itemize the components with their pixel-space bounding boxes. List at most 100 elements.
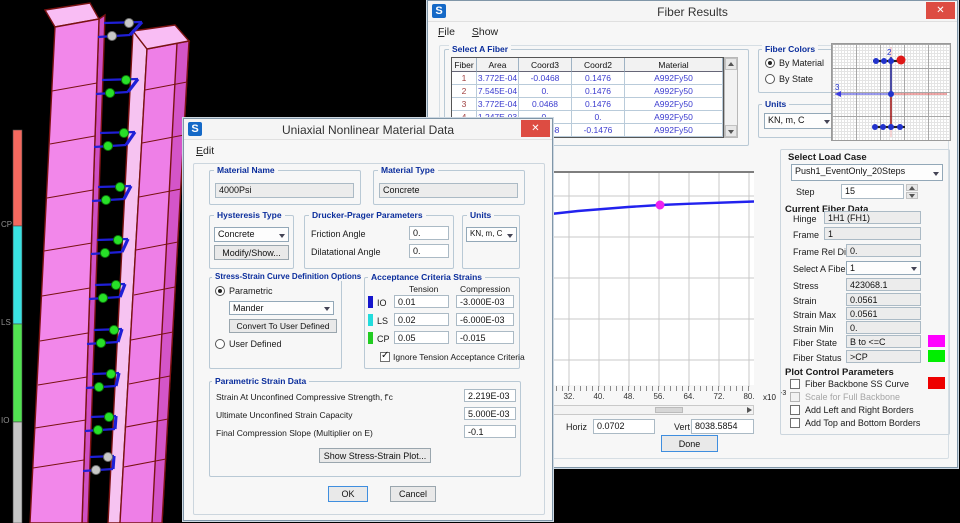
scrollbar-thumb[interactable] bbox=[655, 407, 683, 413]
ultimate-strain-field[interactable]: 5.000E-03 bbox=[464, 407, 516, 420]
cp-tension-field[interactable]: 0.05 bbox=[394, 331, 449, 344]
table-row[interactable]: 27.545E-040.0.1476A992Fy50 bbox=[452, 85, 723, 98]
chevron-down-icon bbox=[824, 120, 830, 124]
by-state-radio[interactable] bbox=[765, 74, 775, 84]
cancel-button[interactable]: Cancel bbox=[390, 486, 436, 502]
parametric-radio[interactable] bbox=[215, 286, 225, 296]
friction-angle-field[interactable]: 0. bbox=[409, 226, 449, 240]
frame-rel-dist-label: Frame Rel Dist bbox=[793, 247, 853, 257]
x-tick: 64. bbox=[678, 392, 700, 401]
by-material-radio[interactable] bbox=[765, 58, 775, 68]
ls-tension-field[interactable]: 0.02 bbox=[394, 313, 449, 326]
user-defined-radio[interactable] bbox=[215, 339, 225, 349]
strain-fc-field[interactable]: 2.219E-03 bbox=[464, 389, 516, 402]
close-icon[interactable]: ✕ bbox=[926, 2, 955, 19]
section-sketch: 2 3 bbox=[831, 43, 951, 141]
vert-value-field[interactable]: 8038.5854 bbox=[691, 419, 754, 434]
material-data-dialog: S Uniaxial Nonlinear Material Data ✕ Edi… bbox=[183, 118, 553, 521]
fiber-results-titlebar[interactable]: S Fiber Results ✕ bbox=[428, 1, 957, 22]
legend-label-cp: CP bbox=[1, 220, 12, 229]
spinner-down-icon[interactable] bbox=[906, 192, 918, 199]
lr-borders-checkbox[interactable] bbox=[790, 405, 800, 415]
material-dialog-titlebar[interactable]: S Uniaxial Nonlinear Material Data ✕ bbox=[184, 119, 552, 140]
units-label: Units bbox=[467, 210, 494, 220]
dilatational-angle-label: Dilatational Angle bbox=[311, 247, 381, 257]
spinner-up-icon[interactable] bbox=[906, 184, 918, 191]
axis-2-label: 2 bbox=[887, 48, 892, 57]
scroll-down-icon[interactable] bbox=[725, 125, 737, 137]
menu-file[interactable]: File bbox=[438, 26, 455, 38]
dilatational-angle-field[interactable]: 0. bbox=[409, 244, 449, 258]
hysteresis-group bbox=[209, 215, 294, 269]
step-spinner[interactable] bbox=[906, 184, 920, 199]
material-name-field: 4000Psi bbox=[215, 183, 354, 198]
legend-label-ls: LS bbox=[1, 318, 11, 327]
strain-fc-label: Strain At Unconfined Compressive Strengt… bbox=[216, 392, 393, 402]
frame-field: 1 bbox=[824, 227, 921, 240]
strain-min-field: 0. bbox=[846, 321, 921, 334]
scroll-up-icon[interactable] bbox=[725, 58, 737, 70]
units-dropdown[interactable]: KN, m, C bbox=[466, 227, 517, 242]
io-color bbox=[368, 296, 373, 308]
chevron-down-icon bbox=[279, 234, 285, 238]
axis-3-label: 3 bbox=[835, 83, 840, 92]
x-tick: 48. bbox=[618, 392, 640, 401]
units-label: Units bbox=[762, 99, 789, 109]
strain-max-label: Strain Max bbox=[793, 310, 836, 320]
fiber-state-label: Fiber State bbox=[793, 338, 837, 348]
table-row[interactable]: 13.772E-04-0.04680.1476A992Fy50 bbox=[452, 72, 723, 85]
ignore-tension-label: Ignore Tension Acceptance Criteria bbox=[393, 352, 525, 362]
material-type-field: Concrete bbox=[379, 183, 518, 198]
by-material-label: By Material bbox=[779, 58, 824, 68]
io-compression-field[interactable]: -3.000E-03 bbox=[456, 295, 514, 308]
by-state-label: By State bbox=[779, 74, 813, 84]
strain-label: Strain bbox=[793, 296, 817, 306]
x-tick: 80. bbox=[738, 392, 760, 401]
final-slope-field[interactable]: -0.1 bbox=[464, 425, 516, 438]
horiz-value-field[interactable]: 0.0702 bbox=[593, 419, 655, 434]
convert-button[interactable]: Convert To User Defined bbox=[229, 319, 337, 333]
curve-options-label: Stress-Strain Curve Definition Options bbox=[212, 272, 364, 281]
hysteresis-dropdown[interactable]: Concrete bbox=[214, 227, 289, 242]
chevron-down-icon bbox=[507, 234, 513, 238]
ls-compression-field[interactable]: -6.000E-03 bbox=[456, 313, 514, 326]
material-dialog-title: Uniaxial Nonlinear Material Data bbox=[184, 123, 552, 137]
fiber-status-color bbox=[928, 350, 945, 362]
material-name-label: Material Name bbox=[214, 165, 278, 175]
menu-show[interactable]: Show bbox=[472, 26, 498, 38]
tb-borders-checkbox[interactable] bbox=[790, 418, 800, 428]
material-type-label: Material Type bbox=[378, 165, 438, 175]
close-icon[interactable]: ✕ bbox=[521, 120, 550, 137]
x-tick: 56. bbox=[648, 392, 670, 401]
scroll-right-icon[interactable] bbox=[747, 407, 752, 413]
menu-edit[interactable]: Edit bbox=[196, 145, 214, 157]
ls-key: LS bbox=[377, 316, 388, 326]
stress-field: 423068.1 bbox=[846, 278, 921, 291]
select-fiber-dropdown[interactable]: 1 bbox=[846, 261, 921, 275]
load-case-dropdown[interactable]: Push1_EventOnly_20Steps bbox=[791, 164, 943, 181]
io-key: IO bbox=[377, 298, 387, 308]
io-tension-field[interactable]: 0.01 bbox=[394, 295, 449, 308]
cp-compression-field[interactable]: -0.015 bbox=[456, 331, 514, 344]
ok-button[interactable]: OK bbox=[328, 486, 368, 502]
parametric-strain-label: Parametric Strain Data bbox=[212, 376, 309, 386]
parametric-dropdown[interactable]: Mander bbox=[229, 301, 334, 315]
x-tick: 32. bbox=[558, 392, 580, 401]
chevron-down-icon bbox=[911, 267, 917, 271]
selected-fiber-dot bbox=[897, 56, 906, 65]
left-column bbox=[30, 3, 105, 523]
units-dropdown[interactable]: KN, m, C bbox=[764, 113, 834, 129]
step-field[interactable]: 15 bbox=[841, 184, 904, 199]
show-plot-button[interactable]: Show Stress-Strain Plot... bbox=[319, 448, 431, 463]
table-row[interactable]: 33.772E-040.04680.1476A992Fy50 bbox=[452, 98, 723, 111]
ignore-tension-checkbox[interactable] bbox=[380, 352, 390, 362]
fiber-results-title: Fiber Results bbox=[428, 5, 957, 19]
stress-label: Stress bbox=[793, 281, 819, 291]
drucker-prager-group bbox=[304, 215, 454, 269]
table-scrollbar[interactable] bbox=[724, 57, 738, 138]
strain-field: 0.0561 bbox=[846, 293, 921, 306]
backbone-checkbox[interactable] bbox=[790, 379, 800, 389]
done-button[interactable]: Done bbox=[661, 435, 718, 452]
hinge-label: Hinge bbox=[793, 214, 817, 224]
modify-show-button[interactable]: Modify/Show... bbox=[214, 245, 289, 260]
